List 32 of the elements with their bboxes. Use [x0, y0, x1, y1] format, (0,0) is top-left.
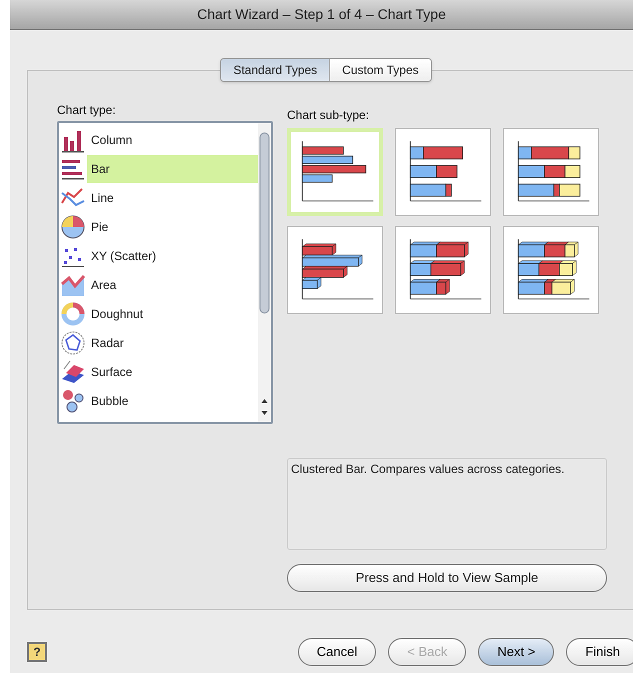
- scrollbar[interactable]: [258, 123, 271, 422]
- chart-type-item[interactable]: Radar: [87, 328, 258, 356]
- sub-type-option[interactable]: [395, 128, 491, 216]
- dialog-button[interactable]: Cancel: [298, 638, 376, 666]
- sub-type-option[interactable]: [287, 226, 383, 314]
- sub-type-label: Chart sub-type:: [287, 107, 370, 124]
- chart-type-item[interactable]: XY (Scatter): [87, 242, 258, 270]
- chart-type-item[interactable]: Column: [87, 126, 258, 154]
- radar-chart-icon: [60, 330, 86, 356]
- dialog-button[interactable]: Next >: [478, 638, 554, 666]
- chart-type-item[interactable]: Bar: [87, 154, 258, 182]
- chart-type-item[interactable]: Area: [87, 270, 258, 298]
- bubble-chart-icon: [60, 388, 86, 414]
- dialog-button[interactable]: Finish: [566, 638, 633, 666]
- sub-type-option[interactable]: [395, 226, 491, 314]
- doughnut-chart-icon: [60, 300, 86, 326]
- pie-chart-icon: [60, 214, 86, 240]
- description-text: Clustered Bar. Compares values across categories.: [291, 462, 566, 477]
- sub-type-option[interactable]: [503, 128, 599, 216]
- chart-type-item[interactable]: Bubble: [87, 386, 258, 414]
- surface-chart-icon: [60, 358, 86, 384]
- tab[interactable]: Custom Types: [329, 59, 431, 81]
- window-title: Chart Wizard – Step 1 of 4 – Chart Type: [197, 5, 446, 24]
- chart-type-label: Chart type:: [57, 102, 117, 119]
- help-button[interactable]: ?: [27, 642, 47, 662]
- tab[interactable]: Standard Types: [221, 59, 330, 81]
- chart-type-item[interactable]: Pie: [87, 212, 258, 240]
- sample-button[interactable]: Press and Hold to View Sample: [287, 564, 607, 592]
- sub-type-option[interactable]: [503, 226, 599, 314]
- chart-type-item[interactable]: Line: [87, 184, 258, 212]
- chart-type-item[interactable]: Surface: [87, 358, 258, 386]
- chart-type-item[interactable]: Doughnut: [87, 300, 258, 328]
